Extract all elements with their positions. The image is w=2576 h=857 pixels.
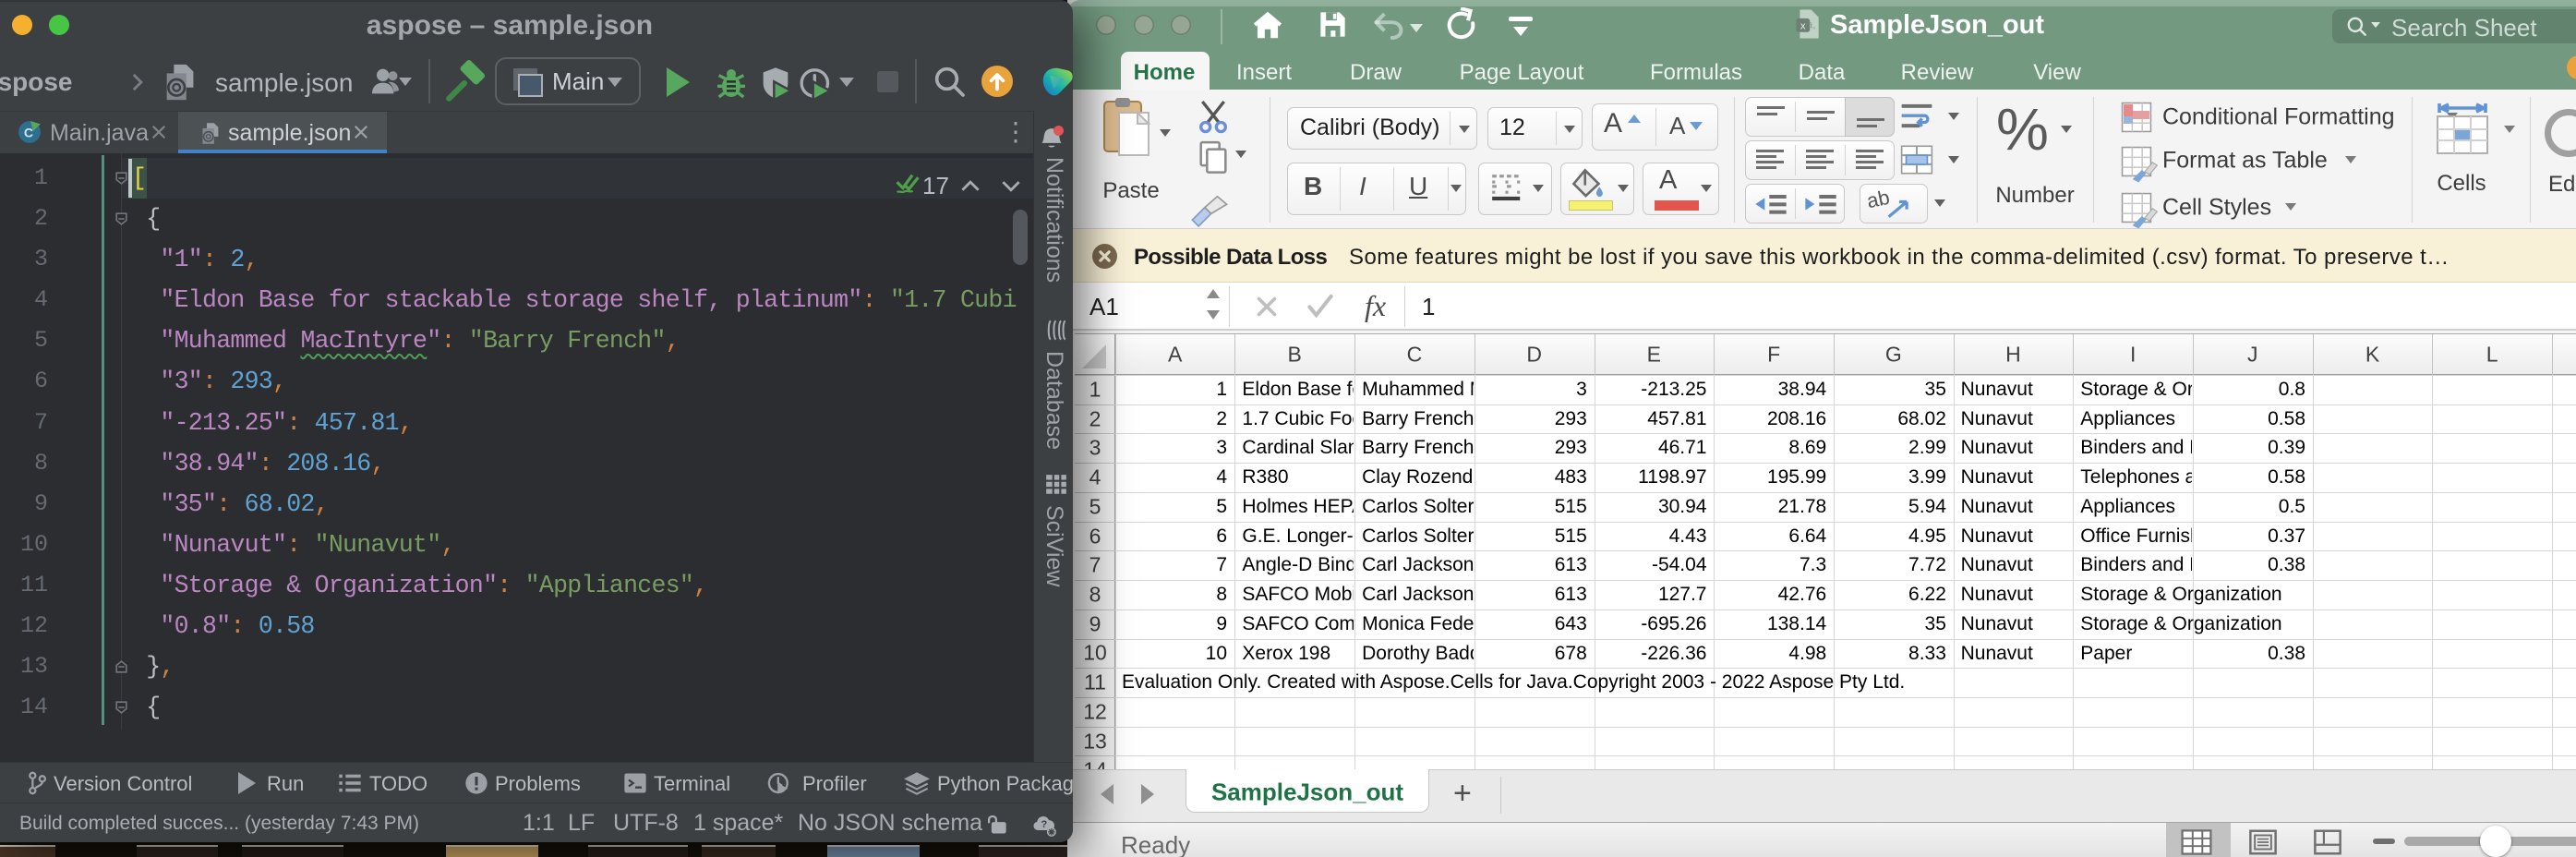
svg-text:x: x — [1800, 20, 1806, 31]
svg-text:?: ? — [1041, 819, 1047, 830]
svg-text:C: C — [24, 125, 33, 139]
